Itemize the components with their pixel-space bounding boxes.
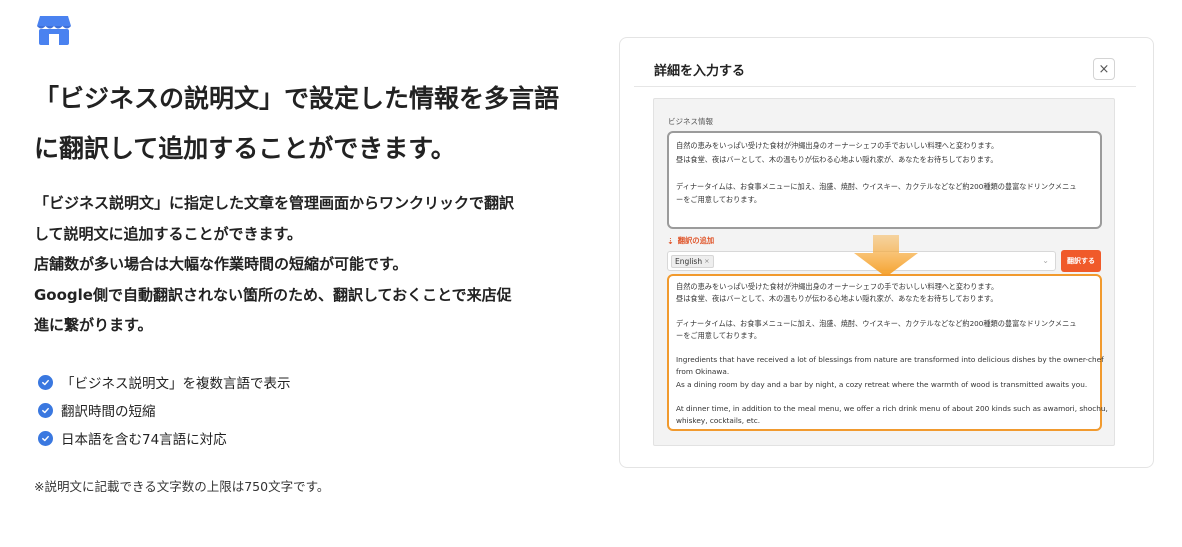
source-text-line: ディナータイムは、お食事メニューに加え、泡盛、焼酎、ウイスキー、カクテルなどなど… [676,181,1077,191]
source-text-area[interactable]: 自然の恵みをいっぱい受けた食材が沖縄出身のオーナーシェフの手でおいしい料理へと変… [667,131,1102,229]
source-text-line: 昼は食堂、夜はバーとして、木の温もりが伝わる心地よい隠れ家が、あなたをお待ちして… [676,154,998,164]
chevron-down-icon[interactable]: ⌄ [1042,256,1049,265]
output-text-line: whiskey, cocktails, etc. [676,416,761,426]
feature-item: 翻訳時間の短縮 [38,396,291,424]
source-text-line: ーをご用意しております。 [676,195,762,204]
feature-item: 日本語を含む74言語に対応 [38,424,291,452]
headline: 「ビジネスの説明文」で設定した情報を多言語 に翻訳して追加することができます。 [34,74,574,174]
description: 「ビジネス説明文」に指定した文章を管理画面からワンクリックで翻訳 して説明文に追… [34,188,554,341]
feature-list: 「ビジネス説明文」を複数言語で表示 翻訳時間の短縮 日本語を含む74言語に対応 [38,368,291,452]
add-translation-label: ⇣ 翻訳の追加 [667,236,714,246]
feature-label: 日本語を含む74言語に対応 [61,432,227,448]
chevrons-down-icon: ⇣ [667,236,674,246]
dialog-title: 詳細を入力する [654,64,746,79]
feature-item: 「ビジネス説明文」を複数言語で表示 [38,368,291,396]
output-text-line: 昼は食堂、夜はバーとして、木の温もりが伝わる心地よい隠れ家が、あなたをお待ちして… [676,294,998,304]
details-dialog: 詳細を入力する × ビジネス情報 自然の恵みをいっぱい受けた食材が沖縄出身のオー… [619,37,1154,468]
description-line: 進に繋がります。 [34,316,153,334]
headline-line: 「ビジネスの説明文」で設定した情報を多言語 [34,84,560,113]
dialog-divider [634,86,1136,87]
business-info-panel: ビジネス情報 自然の恵みをいっぱい受けた食材が沖縄出身のオーナーシェフの手でおい… [653,98,1115,446]
headline-line: に翻訳して追加することができます。 [34,134,456,163]
output-text-line: ディナータイムは、お食事メニューに加え、泡盛、焼酎、ウイスキー、カクテルなどなど… [676,318,1077,328]
translate-button[interactable]: 翻訳する [1061,250,1101,272]
feature-label: 翻訳時間の短縮 [61,404,156,420]
store-logo-icon [36,14,72,46]
feature-label: 「ビジネス説明文」を複数言語で表示 [61,376,291,392]
description-line: 「ビジネス説明文」に指定した文章を管理画面からワンクリックで翻訳 [34,194,515,212]
output-text-line: 自然の恵みをいっぱい受けた食材が沖縄出身のオーナーシェフの手でおいしい料理へと変… [676,282,999,291]
output-text-line: As a dining room by day and a bar by nig… [676,379,1088,389]
output-text-line: At dinner time, in addition to the meal … [676,403,1108,413]
check-circle-icon [38,402,53,418]
output-text-line: from Okinawa. [676,367,730,377]
source-text-line: 自然の恵みをいっぱい受けた食材が沖縄出身のオーナーシェフの手でおいしい料理へと変… [676,141,999,150]
description-line: して説明文に追加することができます。 [34,224,303,243]
remove-tag-icon[interactable]: × [704,256,709,267]
output-text-line: Ingredients that have received a lot of … [676,355,1104,365]
translated-text-area[interactable]: 自然の恵みをいっぱい受けた食材が沖縄出身のオーナーシェフの手でおいしい料理へと変… [667,274,1108,431]
description-line: 店舗数が多い場合は大幅な作業時間の短縮が可能です。 [34,255,408,273]
down-arrow-icon [854,235,918,277]
add-translation-text: 翻訳の追加 [677,236,715,245]
footnote: ※説明文に記載できる文字数の上限は750文字です。 [34,479,330,494]
business-info-label: ビジネス情報 [668,117,713,126]
output-text-line: ーをご用意しております。 [676,330,762,340]
description-line: Google側で自動翻訳されない箇所のため、翻訳しておくことで来店促 [34,285,512,304]
language-tag-label: English [675,257,703,266]
check-circle-icon [38,430,53,446]
language-tag: English × [671,255,714,268]
check-circle-icon [38,374,53,390]
close-button[interactable]: × [1093,58,1115,80]
